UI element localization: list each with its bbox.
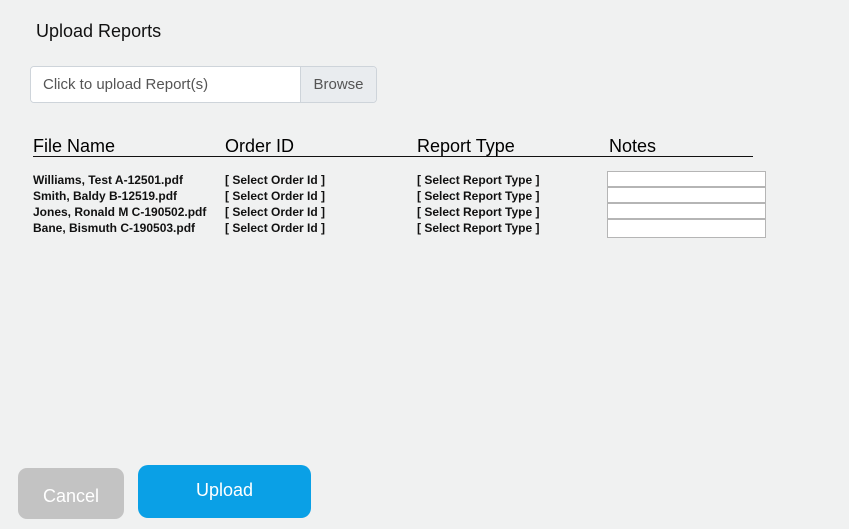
file-upload-input[interactable]: Click to upload Report(s): [31, 67, 300, 102]
table-row: Bane, Bismuth C-190503.pdf [ Select Orde…: [33, 219, 773, 238]
row-file-name: Bane, Bismuth C-190503.pdf: [33, 221, 196, 235]
row-file-name: Williams, Test A-12501.pdf: [33, 173, 183, 187]
browse-button[interactable]: Browse: [300, 67, 376, 102]
cancel-button[interactable]: Cancel: [18, 468, 124, 519]
report-type-select[interactable]: [ Select Report Type ]: [417, 172, 539, 188]
notes-input[interactable]: [607, 203, 766, 219]
header-file-name: File Name: [33, 136, 116, 156]
report-type-select[interactable]: [ Select Report Type ]: [417, 220, 539, 236]
report-type-select[interactable]: [ Select Report Type ]: [417, 204, 539, 220]
dialog-title: Upload Reports: [36, 21, 162, 41]
table-header: File Name Order ID Report Type Notes: [33, 136, 753, 157]
file-upload-group: Click to upload Report(s) Browse: [30, 66, 377, 103]
row-file-name: Jones, Ronald M C-190502.pdf: [33, 205, 207, 219]
header-order-id: Order ID: [225, 136, 295, 156]
notes-input[interactable]: [607, 219, 766, 238]
row-file-name: Smith, Baldy B-12519.pdf: [33, 189, 178, 203]
header-notes: Notes: [609, 136, 657, 156]
order-id-select[interactable]: [ Select Order Id ]: [225, 204, 325, 220]
table-row: Williams, Test A-12501.pdf [ Select Orde…: [33, 171, 773, 188]
notes-input[interactable]: [607, 171, 766, 187]
header-report-type: Report Type: [417, 136, 515, 156]
table-row: Jones, Ronald M C-190502.pdf [ Select Or…: [33, 203, 773, 220]
order-id-select[interactable]: [ Select Order Id ]: [225, 220, 325, 236]
order-id-select[interactable]: [ Select Order Id ]: [225, 188, 325, 204]
report-type-select[interactable]: [ Select Report Type ]: [417, 188, 539, 204]
notes-input[interactable]: [607, 187, 766, 203]
table-row: Smith, Baldy B-12519.pdf [ Select Order …: [33, 187, 773, 204]
order-id-select[interactable]: [ Select Order Id ]: [225, 172, 325, 188]
upload-button[interactable]: Upload: [138, 465, 311, 518]
